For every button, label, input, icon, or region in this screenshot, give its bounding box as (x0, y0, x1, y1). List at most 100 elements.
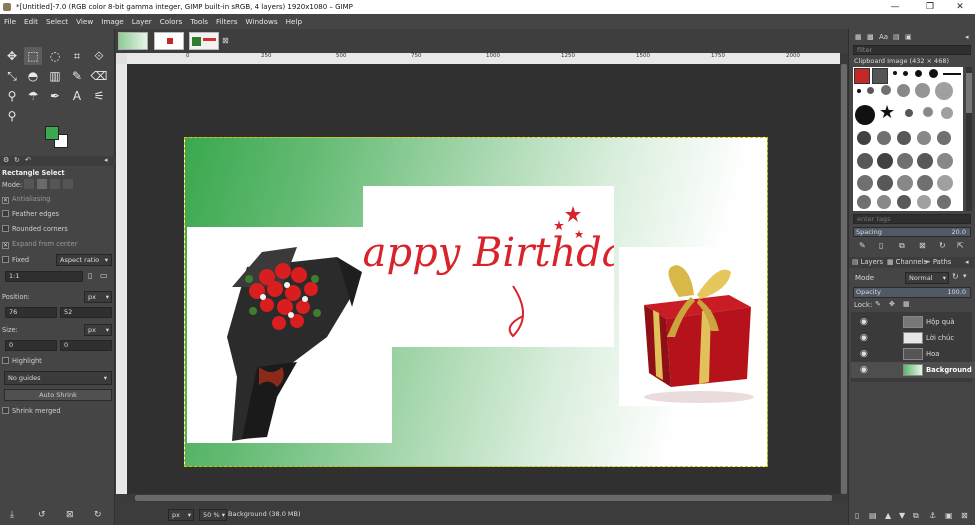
spacing-slider[interactable]: Spacing 20.0 (853, 227, 971, 237)
zoom-tool-icon[interactable]: ⚲ (3, 107, 21, 125)
menu-tools[interactable]: Tools (186, 14, 212, 29)
move-tool-icon[interactable]: ✥ (3, 47, 21, 65)
restore-preset-icon[interactable]: ↺ (38, 510, 46, 520)
clone-tool-icon[interactable]: ⚲ (3, 87, 21, 105)
rounded-corners-checkbox[interactable] (2, 225, 9, 232)
lower-layer-icon[interactable]: ▼ (899, 511, 905, 520)
new-brush-icon[interactable]: ▯ (879, 241, 883, 250)
layer-mode-dropdown[interactable]: Normal ▾ (905, 272, 949, 284)
duplicate-brush-icon[interactable]: ⧉ (899, 241, 905, 251)
visibility-eye-icon[interactable]: ◉ (860, 317, 868, 327)
subtract-mode-button[interactable] (50, 179, 60, 189)
menu-help[interactable]: Help (282, 14, 306, 29)
panel-menu-icon[interactable]: ◂ (965, 258, 969, 266)
rectangle-select-tool-icon[interactable]: ⬚ (24, 47, 42, 65)
clipboard-mask-brush[interactable] (872, 68, 888, 84)
mode-menu-icon[interactable]: ▾ (963, 272, 967, 280)
refresh-brushes-icon[interactable]: ↻ (939, 241, 946, 250)
bucket-fill-tool-icon[interactable]: ◓ (24, 67, 42, 85)
visibility-eye-icon[interactable]: ◉ (860, 365, 868, 375)
text-tool-icon[interactable]: A (68, 87, 86, 105)
duplicate-layer-icon[interactable]: ⧉ (913, 511, 919, 521)
foreground-color-swatch[interactable] (45, 126, 59, 140)
edit-brush-icon[interactable]: ✎ (859, 241, 866, 250)
delete-brush-icon[interactable]: ⊠ (919, 241, 926, 250)
horizontal-scroll-thumb[interactable] (135, 495, 832, 501)
panel-menu-icon[interactable]: ◂ (965, 33, 969, 41)
menu-filters[interactable]: Filters (212, 14, 242, 29)
device-status-icon[interactable]: ↻ (14, 156, 20, 164)
guides-dropdown[interactable]: No guides ▾ (4, 371, 112, 385)
save-preset-icon[interactable]: ⤓ (10, 510, 14, 520)
expand-from-center-checkbox[interactable]: ✕ (2, 242, 9, 249)
aspect-ratio-field[interactable]: 1:1 (5, 271, 83, 282)
auto-shrink-button[interactable]: Auto Shrink (4, 389, 112, 401)
warp-transform-tool-icon[interactable]: ⤡ (3, 67, 21, 85)
fixed-option[interactable]: Fixed (2, 256, 29, 264)
feather-edges-option[interactable]: Feather edges (2, 210, 59, 218)
clipboard-brush[interactable] (854, 68, 870, 84)
document-history-tab-icon[interactable]: ▤ (893, 33, 900, 41)
new-layer-group-icon[interactable]: ▤ (869, 511, 877, 520)
portrait-icon[interactable]: ▯ (88, 271, 92, 280)
highlight-checkbox[interactable] (2, 357, 9, 364)
vertical-scrollbar[interactable] (840, 53, 848, 502)
highlight-option[interactable]: Highlight (2, 357, 42, 365)
image-canvas[interactable]: Happy Birthday (184, 137, 768, 467)
raise-layer-icon[interactable]: ▲ (885, 511, 891, 520)
brush-grid-scrollbar[interactable] (966, 67, 972, 211)
opacity-slider[interactable]: Opacity 100.0 (853, 287, 971, 298)
open-brush-icon[interactable]: ⇱ (957, 241, 964, 250)
free-select-tool-icon[interactable]: ◌ (46, 47, 64, 65)
reset-options-icon[interactable]: ↻ (94, 510, 102, 520)
lock-position-icon[interactable]: ✥ (889, 300, 895, 308)
visibility-eye-icon[interactable]: ◉ (860, 349, 868, 359)
brush-scroll-thumb[interactable] (966, 73, 972, 113)
tool-options-icon[interactable]: ⚙ (3, 156, 9, 164)
menu-view[interactable]: View (72, 14, 97, 29)
maximize-button[interactable]: ❐ (915, 0, 945, 14)
size-unit-dropdown[interactable]: px ▾ (84, 324, 112, 336)
antialiasing-checkbox[interactable]: ✕ (2, 197, 9, 204)
menu-windows[interactable]: Windows (242, 14, 282, 29)
visibility-eye-icon[interactable]: ◉ (860, 333, 868, 343)
panel-menu-icon[interactable]: ◂ (104, 156, 108, 164)
rounded-corners-option[interactable]: Rounded corners (2, 225, 68, 233)
shrink-merged-checkbox[interactable] (2, 407, 9, 414)
layer-row[interactable]: ◉ Hoa (851, 346, 975, 362)
image-tab-3[interactable] (189, 32, 219, 50)
add-mode-button[interactable] (37, 179, 47, 189)
fixed-type-dropdown[interactable]: Aspect ratio ▾ (56, 254, 112, 266)
smudge-tool-icon[interactable]: ☂ (24, 87, 42, 105)
tab-paths[interactable]: ✒ Paths (925, 258, 951, 266)
reset-mode-icon[interactable]: ↻ (952, 272, 959, 281)
close-tab-icon[interactable]: ⊠ (222, 36, 229, 45)
fonts-tab-icon[interactable]: Aa (879, 33, 888, 41)
landscape-icon[interactable]: ▭ (100, 271, 108, 280)
layer-row[interactable]: ◉ Hộp quà (851, 314, 975, 330)
vertical-scroll-thumb[interactable] (841, 64, 847, 494)
position-y-field[interactable]: 52 (60, 307, 112, 318)
expand-from-center-option[interactable]: ✕ Expand from center (2, 240, 77, 249)
menu-file[interactable]: File (0, 14, 20, 29)
minimize-button[interactable]: — (880, 0, 910, 14)
delete-preset-icon[interactable]: ⊠ (66, 510, 74, 520)
tab-channels[interactable]: ▦ Channels (887, 258, 927, 266)
brush-tags-input[interactable]: enter tags (853, 214, 971, 224)
brush-filter-input[interactable]: filter (853, 45, 971, 55)
tab-layers[interactable]: ▤ Layers (852, 258, 883, 266)
brushes-tab-icon[interactable]: ▦ (855, 33, 862, 41)
replace-mode-button[interactable] (24, 179, 34, 189)
layer-mask-icon[interactable]: ▣ (945, 511, 953, 520)
images-tab-icon[interactable]: ▣ (905, 33, 912, 41)
menu-layer[interactable]: Layer (128, 14, 156, 29)
image-tab-2[interactable] (154, 32, 184, 50)
delete-layer-icon[interactable]: ⊠ (961, 511, 968, 520)
unified-transform-tool-icon[interactable]: ⟐ (90, 47, 108, 65)
unit-dropdown[interactable]: px ▾ (168, 509, 194, 521)
menu-colors[interactable]: Colors (156, 14, 187, 29)
shrink-merged-option[interactable]: Shrink merged (2, 407, 61, 415)
position-x-field[interactable]: 76 (5, 307, 57, 318)
image-tab-1[interactable] (118, 32, 148, 50)
close-button[interactable]: ✕ (945, 0, 975, 14)
